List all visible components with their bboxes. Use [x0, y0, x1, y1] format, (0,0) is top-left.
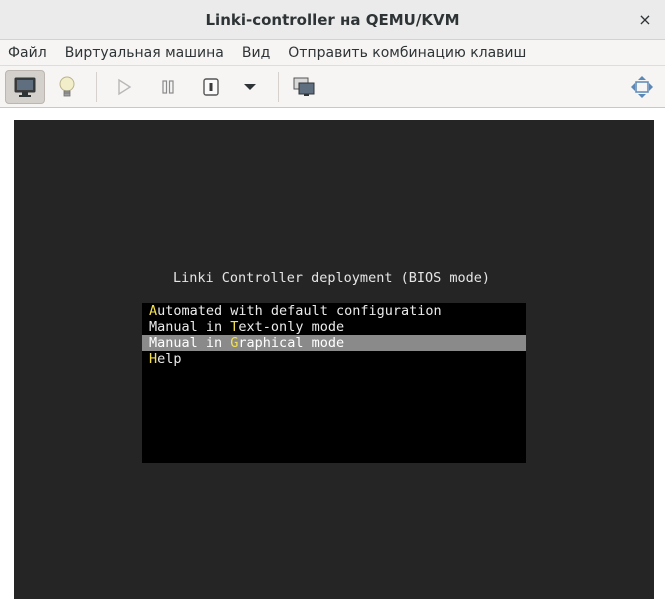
menu-virtual-machine[interactable]: Виртуальная машина: [65, 45, 224, 61]
lightbulb-icon: [59, 76, 75, 97]
boot-menu: Automated with default configuration Man…: [142, 303, 526, 463]
hotkey-letter: H: [149, 351, 158, 367]
window-title: Linki-controller на QEMU/KVM: [205, 10, 460, 29]
boot-item-automated[interactable]: Automated with default configuration: [142, 303, 526, 319]
pause-icon: [162, 80, 174, 94]
boot-item-prefix: Manual in: [149, 335, 231, 351]
menu-view[interactable]: Вид: [242, 45, 270, 61]
vm-display-area: Linki Controller deployment (BIOS mode) …: [0, 108, 665, 603]
pause-button[interactable]: [148, 70, 188, 104]
details-button[interactable]: [47, 70, 87, 104]
fullscreen-button[interactable]: [622, 70, 662, 104]
boot-item-label: raphical mode: [238, 335, 345, 351]
window-titlebar: Linki-controller на QEMU/KVM ×: [0, 0, 665, 40]
power-icon: [203, 78, 219, 96]
fullscreen-icon: [631, 76, 653, 98]
vm-screen[interactable]: Linki Controller deployment (BIOS mode) …: [14, 120, 654, 599]
toolbar-separator: [278, 72, 279, 102]
close-icon[interactable]: ×: [635, 10, 655, 30]
menu-send-key[interactable]: Отправить комбинацию клавиш: [288, 45, 526, 61]
chevron-down-icon: [244, 84, 256, 90]
menubar: Файл Виртуальная машина Вид Отправить ко…: [0, 40, 665, 66]
boot-item-label: utomated with default configuration: [157, 303, 442, 319]
toolbar-separator: [96, 72, 97, 102]
shutdown-button[interactable]: [191, 70, 231, 104]
shutdown-menu-button[interactable]: [230, 70, 270, 104]
snapshots-button[interactable]: [284, 70, 324, 104]
console-button[interactable]: [5, 70, 45, 104]
hotkey-letter: A: [149, 303, 158, 319]
play-icon: [118, 78, 132, 96]
menu-file[interactable]: Файл: [8, 45, 47, 61]
monitor-icon: [14, 77, 36, 97]
boot-item-label: elp: [157, 351, 182, 367]
boot-item-label: ext-only mode: [238, 319, 345, 335]
boot-item-text-mode[interactable]: Manual in Text-only mode: [142, 319, 526, 335]
boot-menu-title: Linki Controller deployment (BIOS mode): [173, 270, 490, 286]
run-button[interactable]: [104, 70, 144, 104]
boot-item-prefix: Manual in: [149, 319, 231, 335]
boot-item-graphical-mode[interactable]: Manual in Graphical mode: [142, 335, 526, 351]
toolbar: [0, 66, 665, 108]
boot-item-help[interactable]: Help: [142, 351, 526, 367]
snapshots-icon: [293, 77, 315, 96]
